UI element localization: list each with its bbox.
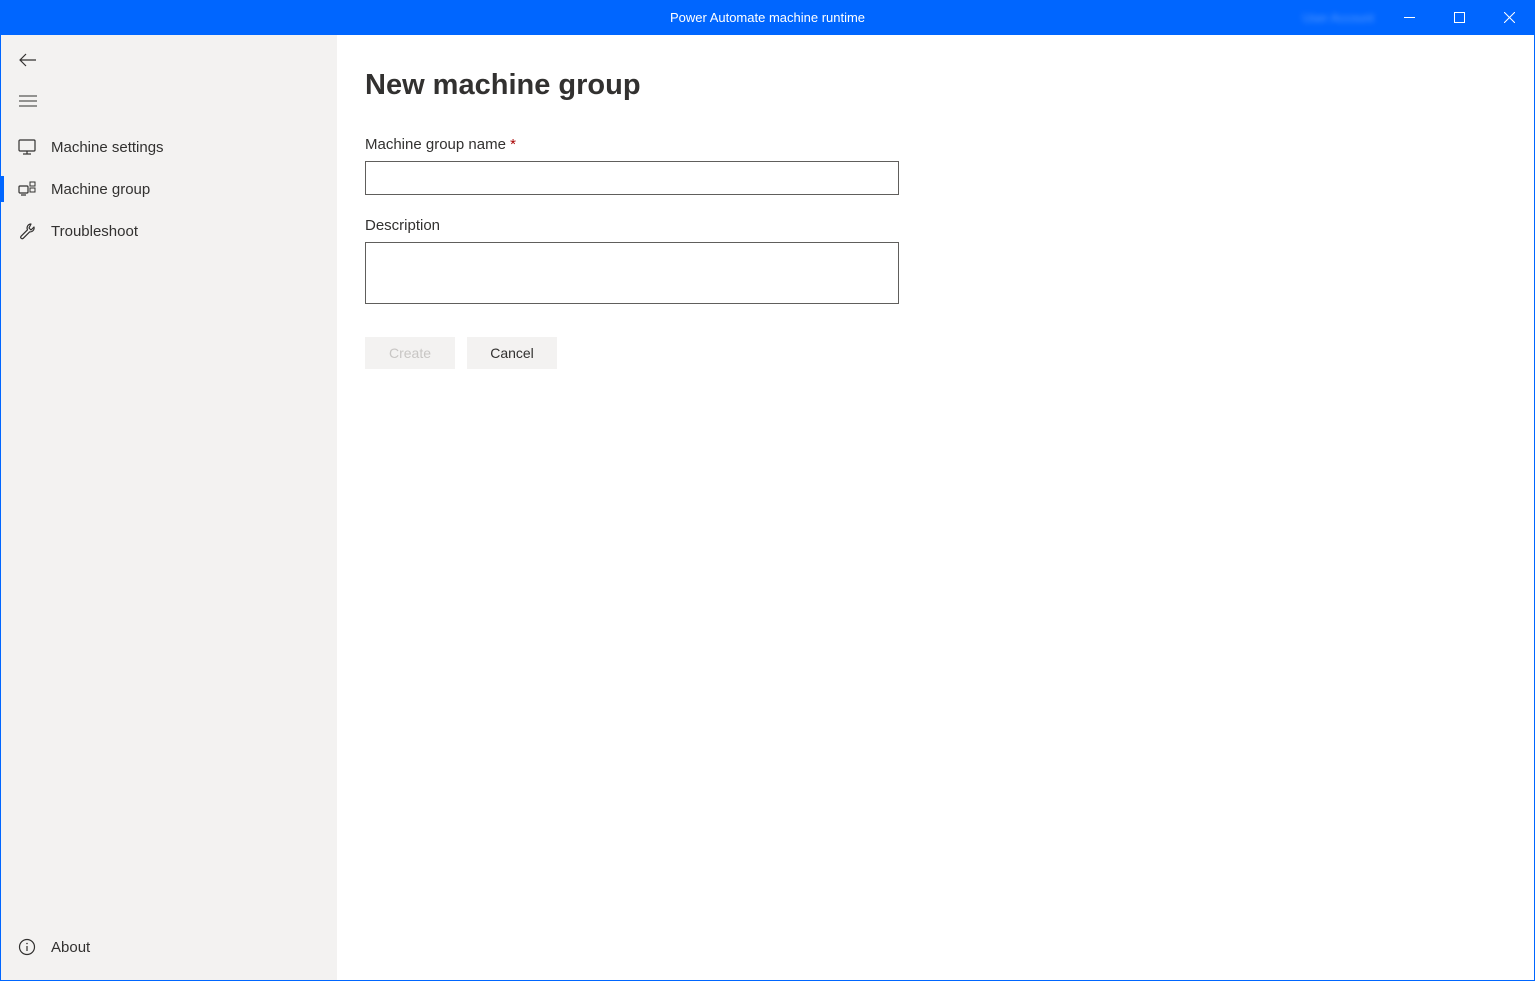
main-content: New machine group Machine group name * D… [337,35,1534,980]
arrow-left-icon [19,53,37,67]
sidebar-item-label: Troubleshoot [51,223,138,240]
form-group-description: Description [365,217,1506,309]
sidebar-item-label: Machine group [51,181,150,198]
back-button[interactable] [1,43,337,84]
cancel-button[interactable]: Cancel [467,337,557,369]
required-indicator: * [510,136,516,153]
name-label-text: Machine group name [365,136,506,153]
page-title: New machine group [365,69,1506,102]
form-group-name: Machine group name * [365,136,1506,195]
description-label: Description [365,217,1506,234]
titlebar: Power Automate machine runtime User Acco… [1,0,1534,35]
sidebar-item-label: Machine settings [51,139,164,156]
info-icon [17,937,37,957]
hamburger-button[interactable] [1,84,337,126]
sidebar-item-machine-group[interactable]: Machine group [1,168,337,210]
sidebar: Machine settings Machine group Troublesh… [1,35,337,980]
maximize-icon [1454,12,1465,23]
name-label: Machine group name * [365,136,1506,153]
app-title: Power Automate machine runtime [670,10,865,25]
minimize-icon [1404,12,1415,23]
minimize-button[interactable] [1384,0,1434,35]
hamburger-icon [19,95,37,107]
close-icon [1504,12,1515,23]
sidebar-item-machine-settings[interactable]: Machine settings [1,126,337,168]
description-input[interactable] [365,242,899,304]
window-controls [1384,0,1534,35]
button-row: Create Cancel [365,337,1506,369]
sidebar-item-troubleshoot[interactable]: Troubleshoot [1,210,337,252]
close-button[interactable] [1484,0,1534,35]
sidebar-item-label: About [51,939,90,956]
sidebar-item-about[interactable]: About [1,926,337,968]
user-account[interactable]: User Account [1303,11,1374,25]
machine-group-name-input[interactable] [365,161,899,195]
monitor-icon [17,137,37,157]
wrench-icon [17,221,37,241]
maximize-button[interactable] [1434,0,1484,35]
create-button[interactable]: Create [365,337,455,369]
machine-group-icon [17,179,37,199]
